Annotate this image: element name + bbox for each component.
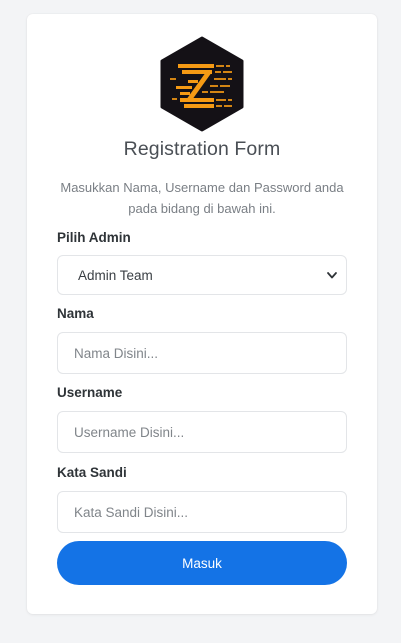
- username-field[interactable]: [57, 411, 347, 453]
- admin-label: Pilih Admin: [57, 230, 131, 245]
- password-field[interactable]: [57, 491, 347, 533]
- submit-button[interactable]: Masuk: [57, 541, 347, 585]
- form-subtitle: Masukkan Nama, Username dan Password and…: [60, 180, 344, 216]
- username-label: Username: [57, 385, 123, 400]
- chevron-down-icon: [327, 272, 337, 279]
- form-title: Registration Form: [123, 138, 281, 160]
- admin-select[interactable]: Admin Team: [57, 255, 347, 295]
- admin-select-value: Admin Team: [78, 267, 153, 283]
- name-field[interactable]: [57, 332, 347, 374]
- password-label: Kata Sandi: [57, 465, 127, 480]
- hexagon-z-logo-icon: [160, 36, 244, 132]
- registration-card: Registration Form Masukkan Nama, Usernam…: [27, 14, 377, 614]
- name-label: Nama: [57, 306, 94, 321]
